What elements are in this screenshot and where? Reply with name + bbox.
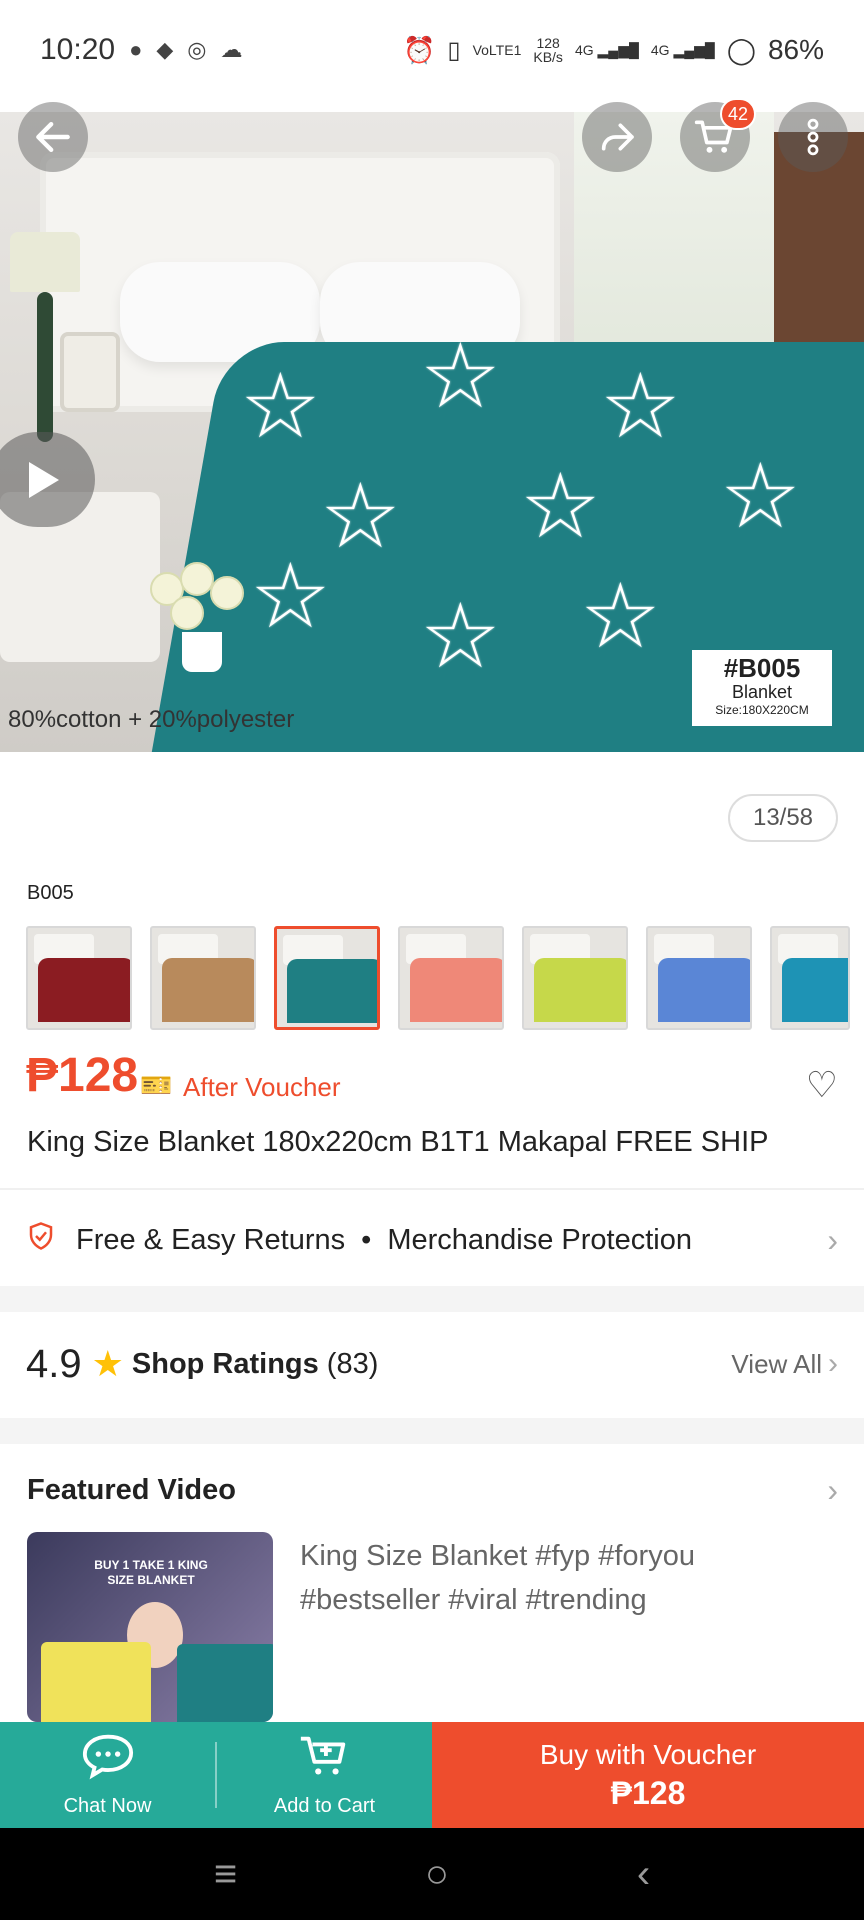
section-gap — [0, 1418, 864, 1444]
play-icon — [28, 461, 59, 498]
menu-icon[interactable]: ≡ — [214, 1852, 237, 1897]
rating-value: 4.9 — [26, 1341, 82, 1386]
star-icon: ☆ — [320, 467, 401, 567]
star-icon: ☆ — [520, 457, 601, 557]
status-bar: 10:20 ● ◆ ◎ ☁ ⏰ ▯ VoLTE1 128 KB/s 4G ▂▄▆… — [0, 0, 864, 100]
product-title: King Size Blanket 180x220cm B1T1 Makapal… — [27, 1126, 769, 1158]
star-icon: ☆ — [600, 357, 681, 457]
featured-video-description[interactable]: King Size Blanket #fyp #foryou #bestsell… — [300, 1534, 840, 1622]
arrow-left-icon — [36, 121, 70, 153]
variant-thumbnail-selected[interactable] — [274, 926, 380, 1030]
add-cart-icon — [297, 1732, 351, 1789]
chevron-right-icon[interactable]: › — [827, 1472, 838, 1509]
divider — [0, 1188, 864, 1190]
signal-icon-2: 4G ▂▄▆█ — [650, 42, 715, 58]
shield-check-icon — [26, 1221, 70, 1259]
price: ₱128 — [26, 1049, 139, 1102]
share-icon — [601, 123, 634, 151]
image-counter: 13/58 — [728, 794, 838, 842]
add-to-cart-button[interactable]: Add to Cart — [217, 1722, 432, 1828]
back-nav-icon[interactable]: ‹ — [637, 1852, 650, 1897]
status-time: 10:20 — [40, 33, 116, 66]
variant-thumbnail[interactable] — [150, 926, 256, 1030]
star-icon: ☆ — [580, 567, 661, 667]
separator-dot: • — [361, 1223, 372, 1256]
chat-now-label: Chat Now — [63, 1795, 152, 1817]
variant-thumbnail[interactable] — [646, 926, 752, 1030]
variant-thumbnail[interactable] — [522, 926, 628, 1030]
shop-ratings-label: Shop Ratings — [131, 1347, 319, 1380]
star-icon: ☆ — [240, 357, 321, 457]
merchandise-protection-label: Merchandise Protection — [387, 1223, 692, 1256]
cart-count-badge: 42 — [720, 98, 756, 130]
chevron-right-icon: › — [827, 1221, 838, 1258]
back-button[interactable] — [18, 102, 88, 172]
guarantees-row[interactable]: Free & Easy Returns • Merchandise Protec… — [0, 1206, 864, 1274]
buy-with-voucher-label: Buy with Voucher — [539, 1738, 757, 1770]
battery-icon: ◯ — [726, 34, 756, 65]
voucher-icon: 🎫 — [140, 1070, 173, 1100]
section-gap — [0, 1286, 864, 1312]
buy-price: ₱128 — [610, 1774, 686, 1811]
shield-status-icon: ◆ — [156, 37, 174, 62]
star-icon: ☆ — [250, 547, 331, 647]
variant-thumbnails — [26, 926, 850, 1030]
chat-now-button[interactable]: Chat Now — [0, 1722, 215, 1828]
product-code-label: #B005 Blanket Size:180X220CM — [692, 650, 832, 726]
star-icon: ★ — [91, 1343, 124, 1384]
system-nav-bar: ≡ ○ ‹ — [0, 1828, 864, 1920]
free-returns-label: Free & Easy Returns — [76, 1223, 346, 1256]
more-options-button[interactable] — [778, 102, 848, 172]
chat-icon — [81, 1732, 135, 1789]
add-to-cart-label: Add to Cart — [273, 1795, 376, 1817]
signal-icon-1: 4G ▂▄▆█ — [574, 42, 639, 58]
alarm-icon: ⏰ — [402, 34, 436, 65]
star-icon: ☆ — [420, 327, 501, 427]
message-icon: ● — [129, 37, 143, 62]
video-thumb-caption: BUY 1 TAKE 1 KING SIZE BLANKET — [94, 1558, 208, 1587]
selected-variant-label: B005 — [27, 882, 74, 904]
buy-with-voucher-button[interactable]: Buy with Voucher ₱128 — [432, 1722, 864, 1828]
cloud-icon: ☁ — [220, 37, 243, 62]
heart-icon[interactable]: ♡ — [806, 1064, 838, 1106]
variant-thumbnail[interactable] — [770, 926, 850, 1030]
material-caption: 80%cotton + 20%polyester — [8, 706, 295, 733]
flowers-illustration — [150, 562, 250, 672]
play-video-button[interactable] — [0, 432, 95, 527]
chevron-right-icon: › — [828, 1347, 838, 1380]
shop-ratings-row[interactable]: 4.9 ★ Shop Ratings (83) View All › — [0, 1330, 864, 1398]
star-icon: ☆ — [420, 587, 501, 687]
clock-illustration — [60, 332, 120, 412]
featured-video-thumbnail[interactable]: BUY 1 TAKE 1 KING SIZE BLANKET — [27, 1532, 273, 1722]
more-vertical-icon — [807, 118, 819, 156]
view-all-link[interactable]: View All — [731, 1349, 822, 1380]
volte-indicator: VoLTE1 — [472, 42, 522, 58]
network-speed: 128 KB/s — [533, 35, 563, 65]
bottom-action-bar: Chat Now Add to Cart Buy with Voucher ₱1… — [0, 1722, 864, 1828]
home-icon[interactable]: ○ — [425, 1852, 449, 1897]
variant-thumbnail[interactable] — [398, 926, 504, 1030]
variant-thumbnail[interactable] — [26, 926, 132, 1030]
star-icon: ☆ — [720, 447, 801, 547]
rating-count: (83) — [326, 1347, 379, 1380]
app-icon: ◎ — [187, 37, 207, 62]
product-image[interactable]: ☆ ☆ ☆ ☆ ☆ ☆ ☆ ☆ ☆ 80%cotton + 20%polyest… — [0, 112, 864, 752]
cart-button[interactable]: 42 — [680, 98, 756, 172]
featured-video-title: Featured Video — [27, 1474, 236, 1506]
battery-level: 86% — [767, 34, 824, 65]
share-button[interactable] — [582, 102, 652, 172]
vibrate-icon: ▯ — [447, 36, 461, 64]
after-voucher-label: After Voucher — [183, 1072, 341, 1102]
